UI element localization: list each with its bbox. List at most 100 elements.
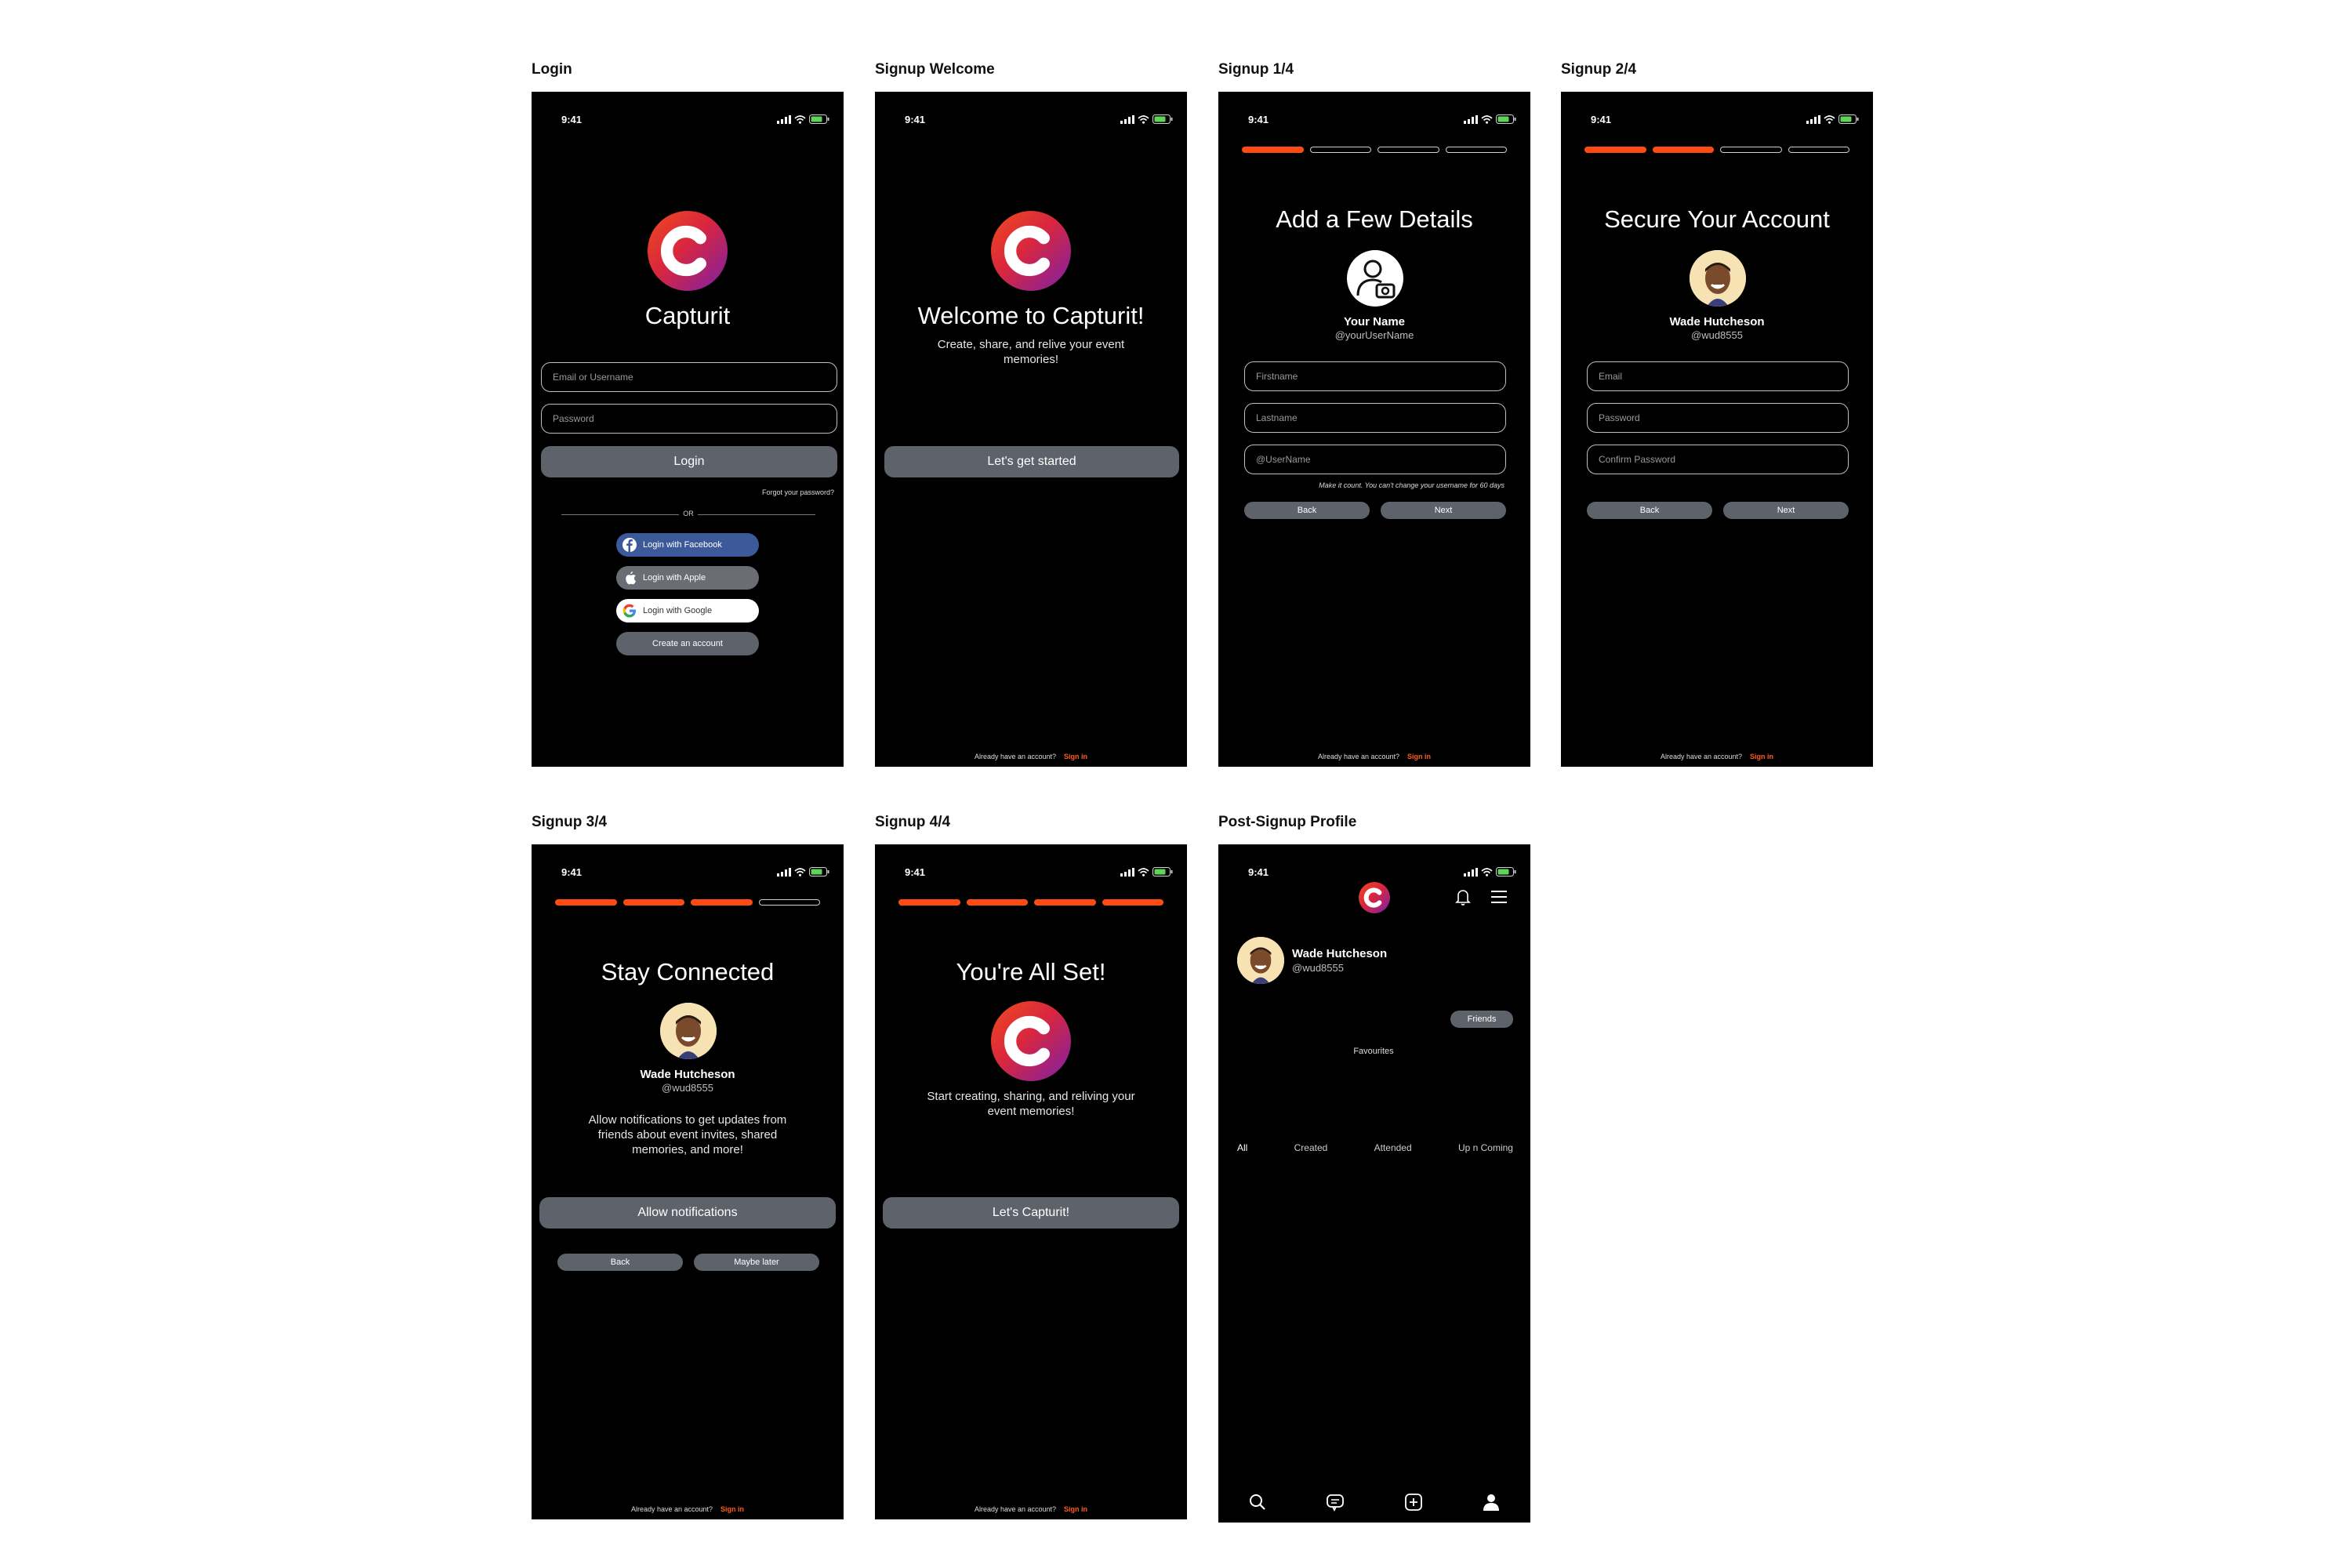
confirm-password-input[interactable]: Confirm Password xyxy=(1587,445,1849,474)
status-icons xyxy=(777,867,829,877)
wifi-icon xyxy=(794,867,806,877)
tab-created[interactable]: Created xyxy=(1294,1142,1328,1153)
wifi-icon xyxy=(1481,114,1493,124)
signup-progress xyxy=(1242,147,1507,153)
frame-label-login: Login xyxy=(532,61,572,78)
frame-label-profile: Post-Signup Profile xyxy=(1218,814,1357,830)
wifi-icon xyxy=(1138,114,1149,124)
signal-icon xyxy=(777,114,791,124)
maybe-later-button[interactable]: Maybe later xyxy=(694,1254,819,1271)
wifi-icon xyxy=(1824,114,1835,124)
lets-capturit-button[interactable]: Let's Capturit! xyxy=(883,1197,1179,1229)
profile-handle: @wud8555 xyxy=(1691,329,1743,341)
username-input[interactable]: @UserName xyxy=(1244,445,1506,474)
status-icons xyxy=(1464,867,1516,877)
tab-attended[interactable]: Attended xyxy=(1374,1142,1412,1153)
signin-link[interactable]: Sign in xyxy=(1407,753,1431,760)
app-name: Capturit xyxy=(644,302,731,329)
tab-all[interactable]: All xyxy=(1237,1142,1247,1153)
camera-icon xyxy=(1356,260,1396,299)
capturit-logo xyxy=(991,1001,1071,1081)
next-button[interactable]: Next xyxy=(1723,502,1849,519)
signin-link[interactable]: Sign in xyxy=(1064,1505,1087,1513)
avatar-placeholder[interactable] xyxy=(1347,250,1403,307)
signup-2-screen: 9:41 Secure Your Account Wade Hutcheson … xyxy=(1561,92,1873,767)
signin-link[interactable]: Sign in xyxy=(1750,753,1773,760)
forgot-password-link[interactable]: Forgot your password? xyxy=(762,488,834,496)
all-set-body: Start creating, sharing, and reliving yo… xyxy=(927,1090,1135,1118)
create-account-button[interactable]: Create an account xyxy=(616,632,759,655)
signup-3-title: Stay Connected xyxy=(601,958,775,985)
favourites-label: Favourites xyxy=(1353,1047,1394,1056)
signin-footer: Already have an account? Sign in xyxy=(875,753,1187,760)
facebook-label: Login with Facebook xyxy=(643,540,722,550)
next-button[interactable]: Next xyxy=(1381,502,1506,519)
password-input[interactable]: Password xyxy=(541,404,837,434)
bottom-nav xyxy=(1218,1482,1530,1523)
profile-handle: @wud8555 xyxy=(1292,962,1344,974)
bell-icon[interactable] xyxy=(1454,887,1472,906)
signin-link[interactable]: Sign in xyxy=(1064,753,1087,760)
profile-handle: @wud8555 xyxy=(662,1082,713,1094)
signin-footer: Already have an account? Sign in xyxy=(532,1505,844,1513)
search-icon[interactable] xyxy=(1247,1492,1268,1512)
frame-label-signup2: Signup 2/4 xyxy=(1561,61,1637,78)
signin-footer: Already have an account? Sign in xyxy=(1561,753,1873,760)
battery-icon xyxy=(1838,114,1859,124)
battery-icon xyxy=(809,114,829,124)
frame-label-signup1: Signup 1/4 xyxy=(1218,61,1294,78)
status-time: 9:41 xyxy=(561,114,583,125)
capturit-logo-small[interactable] xyxy=(1359,882,1390,913)
divider-right xyxy=(698,514,815,515)
facebook-icon xyxy=(622,538,637,552)
welcome-title: Welcome to Capturit! xyxy=(917,302,1145,329)
wifi-icon xyxy=(1481,867,1493,877)
add-icon[interactable] xyxy=(1403,1492,1424,1512)
login-button[interactable]: Login xyxy=(541,446,837,477)
battery-icon xyxy=(1152,867,1173,877)
profile-icon[interactable] xyxy=(1481,1492,1501,1512)
google-icon xyxy=(622,604,636,618)
profile-tabs: All Created Attended Up n Coming xyxy=(1237,1142,1513,1153)
chat-icon[interactable] xyxy=(1325,1492,1345,1512)
profile-name: Wade Hutcheson xyxy=(1292,947,1388,960)
avatar xyxy=(660,1003,717,1059)
signal-icon xyxy=(1806,114,1820,124)
back-button[interactable]: Back xyxy=(557,1254,683,1271)
google-label: Login with Google xyxy=(643,606,713,615)
signup-progress xyxy=(555,899,820,906)
back-button[interactable]: Back xyxy=(1244,502,1370,519)
login-apple-button[interactable]: Login with Apple xyxy=(616,566,759,590)
avatar[interactable] xyxy=(1237,937,1284,984)
signin-footer: Already have an account? Sign in xyxy=(1218,753,1530,760)
wifi-icon xyxy=(1138,867,1149,877)
friends-button[interactable]: Friends xyxy=(1450,1011,1513,1028)
divider-left xyxy=(561,514,679,515)
signup-welcome-screen: 9:41 Welcome to Capturit! Create, share,… xyxy=(875,92,1187,767)
signin-link[interactable]: Sign in xyxy=(720,1505,744,1513)
status-icons xyxy=(1120,114,1173,124)
notifications-body: Allow notifications to get updates from … xyxy=(588,1113,787,1156)
status-icons xyxy=(1464,114,1516,124)
password-input[interactable]: Password xyxy=(1587,403,1849,433)
menu-icon[interactable] xyxy=(1490,889,1508,905)
firstname-input[interactable]: Firstname xyxy=(1244,361,1506,391)
footer-text: Already have an account? xyxy=(974,1505,1057,1513)
login-facebook-button[interactable]: Login with Facebook xyxy=(616,533,759,557)
email-input[interactable]: Email or Username xyxy=(541,362,837,392)
footer-text: Already have an account? xyxy=(1317,753,1400,760)
or-label: OR xyxy=(683,510,694,517)
back-button[interactable]: Back xyxy=(1587,502,1712,519)
create-account-label: Create an account xyxy=(652,639,723,648)
battery-icon xyxy=(1496,114,1516,124)
email-input[interactable]: Email xyxy=(1587,361,1849,391)
allow-notifications-button[interactable]: Allow notifications xyxy=(539,1197,836,1229)
status-icons xyxy=(777,114,829,124)
signal-icon xyxy=(777,867,791,877)
lastname-input[interactable]: Lastname xyxy=(1244,403,1506,433)
signup-3-screen: 9:41 Stay Connected Wade Hutcheson @wud8… xyxy=(532,844,844,1519)
get-started-button[interactable]: Let's get started xyxy=(884,446,1179,477)
tab-up-n-coming[interactable]: Up n Coming xyxy=(1458,1142,1513,1153)
signal-icon xyxy=(1464,114,1478,124)
login-google-button[interactable]: Login with Google xyxy=(616,599,759,622)
